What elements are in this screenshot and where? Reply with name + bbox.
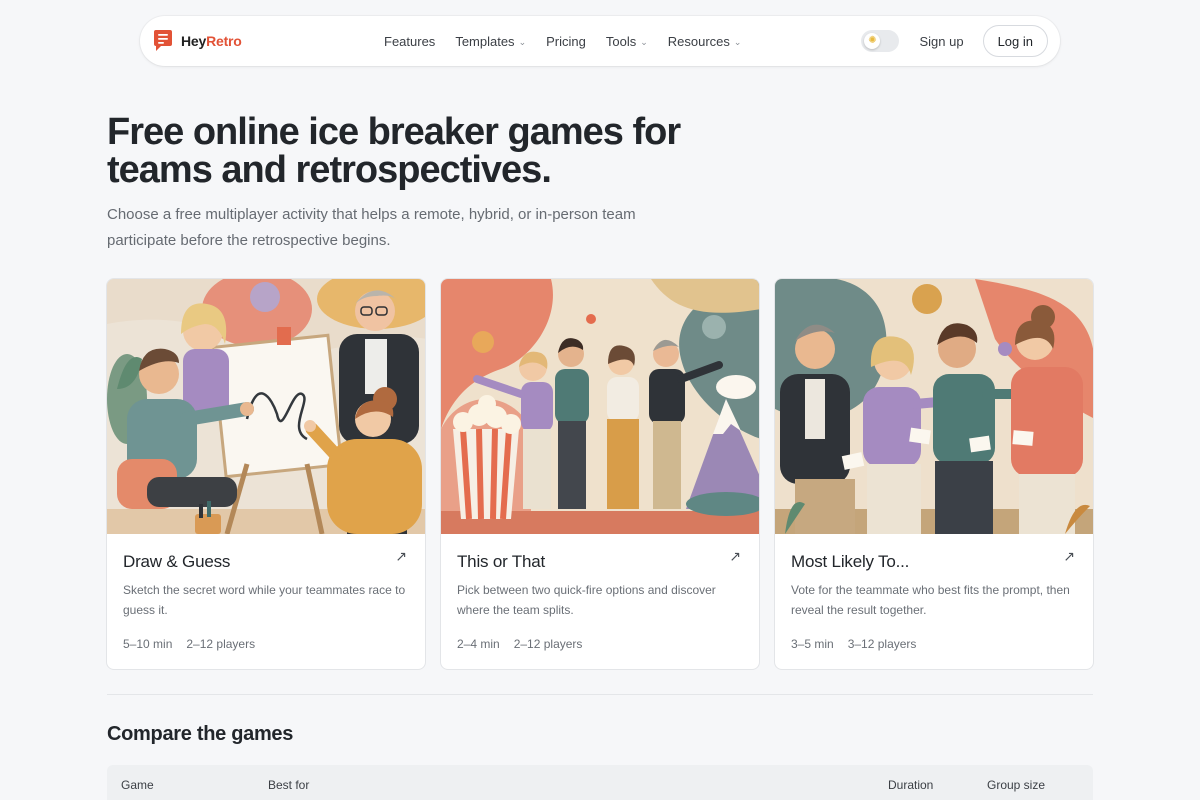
nav-actions: ✺ Sign up Log in xyxy=(861,16,1048,66)
logo[interactable]: HeyRetro xyxy=(152,29,242,53)
arrow-up-right-icon: ↗ xyxy=(1063,548,1075,564)
card-title: Draw & Guess xyxy=(123,552,231,571)
card-title: Most Likely To... xyxy=(791,552,910,571)
card-description: Vote for the teammate who best fits the … xyxy=(791,583,1070,617)
game-card-draw-and-guess[interactable]: Draw & Guess ↗ Sketch the secret word wh… xyxy=(106,278,426,670)
card-players: 3–12 players xyxy=(847,637,917,651)
game-card-most-likely-to[interactable]: Most Likely To... ↗ Vote for the teammat… xyxy=(774,278,1094,670)
sun-icon: ✺ xyxy=(864,33,881,49)
arrow-up-right-icon: ↗ xyxy=(395,548,407,564)
game-illustration xyxy=(441,279,759,534)
card-duration: 2–4 min xyxy=(457,637,500,651)
nav-link-tools[interactable]: Tools ⌄ xyxy=(606,34,648,49)
nav-link-resources[interactable]: Resources ⌄ xyxy=(668,34,742,49)
chevron-down-icon: ⌄ xyxy=(518,36,527,47)
column-header-best-for: Best for xyxy=(268,778,310,792)
logo-icon xyxy=(154,30,172,51)
chevron-down-icon: ⌄ xyxy=(733,36,742,47)
page-title: Free online ice breaker games for teams … xyxy=(107,111,681,191)
top-navigation: HeyRetro Features Templates ⌄ Pricing To… xyxy=(140,16,1060,66)
theme-toggle[interactable]: ✺ xyxy=(861,30,900,52)
game-card-this-or-that[interactable]: This or That ↗ Pick between two quick-fi… xyxy=(440,278,760,670)
card-duration: 5–10 min xyxy=(123,637,173,651)
nav-link-pricing[interactable]: Pricing xyxy=(546,34,586,49)
page-subtitle: Choose a free multiplayer activity that … xyxy=(107,206,636,249)
logo-wordmark: HeyRetro xyxy=(181,33,242,49)
card-players: 2–12 players xyxy=(186,637,256,651)
nav-link-features[interactable]: Features xyxy=(384,34,435,49)
login-button[interactable]: Log in xyxy=(982,25,1048,57)
game-illustration xyxy=(775,279,1093,534)
card-description: Sketch the secret word while your teamma… xyxy=(123,583,406,617)
column-header-group-size: Group size xyxy=(987,778,1046,792)
compare-table-header: Game Best for Duration Group size xyxy=(107,765,1093,800)
card-duration: 3–5 min xyxy=(791,637,834,651)
game-illustration xyxy=(107,279,425,534)
column-header-game: Game xyxy=(121,778,154,792)
nav-link-templates[interactable]: Templates ⌄ xyxy=(455,34,526,49)
chevron-down-icon: ⌄ xyxy=(640,36,648,47)
card-meta: 5–10 min 2–12 players xyxy=(123,637,255,651)
card-meta: 2–4 min 2–12 players xyxy=(457,637,582,651)
section-divider xyxy=(107,694,1093,695)
signup-link[interactable]: Sign up xyxy=(919,34,963,49)
card-meta: 3–5 min 3–12 players xyxy=(791,637,916,651)
arrow-up-right-icon: ↗ xyxy=(729,548,741,564)
compare-section-title: Compare the games xyxy=(107,723,294,745)
column-header-duration: Duration xyxy=(888,778,934,792)
nav-links: Features Templates ⌄ Pricing Tools ⌄ Res… xyxy=(384,16,741,66)
card-players: 2–12 players xyxy=(513,637,583,651)
card-title: This or That xyxy=(457,552,545,571)
card-description: Pick between two quick-fire options and … xyxy=(457,583,716,617)
